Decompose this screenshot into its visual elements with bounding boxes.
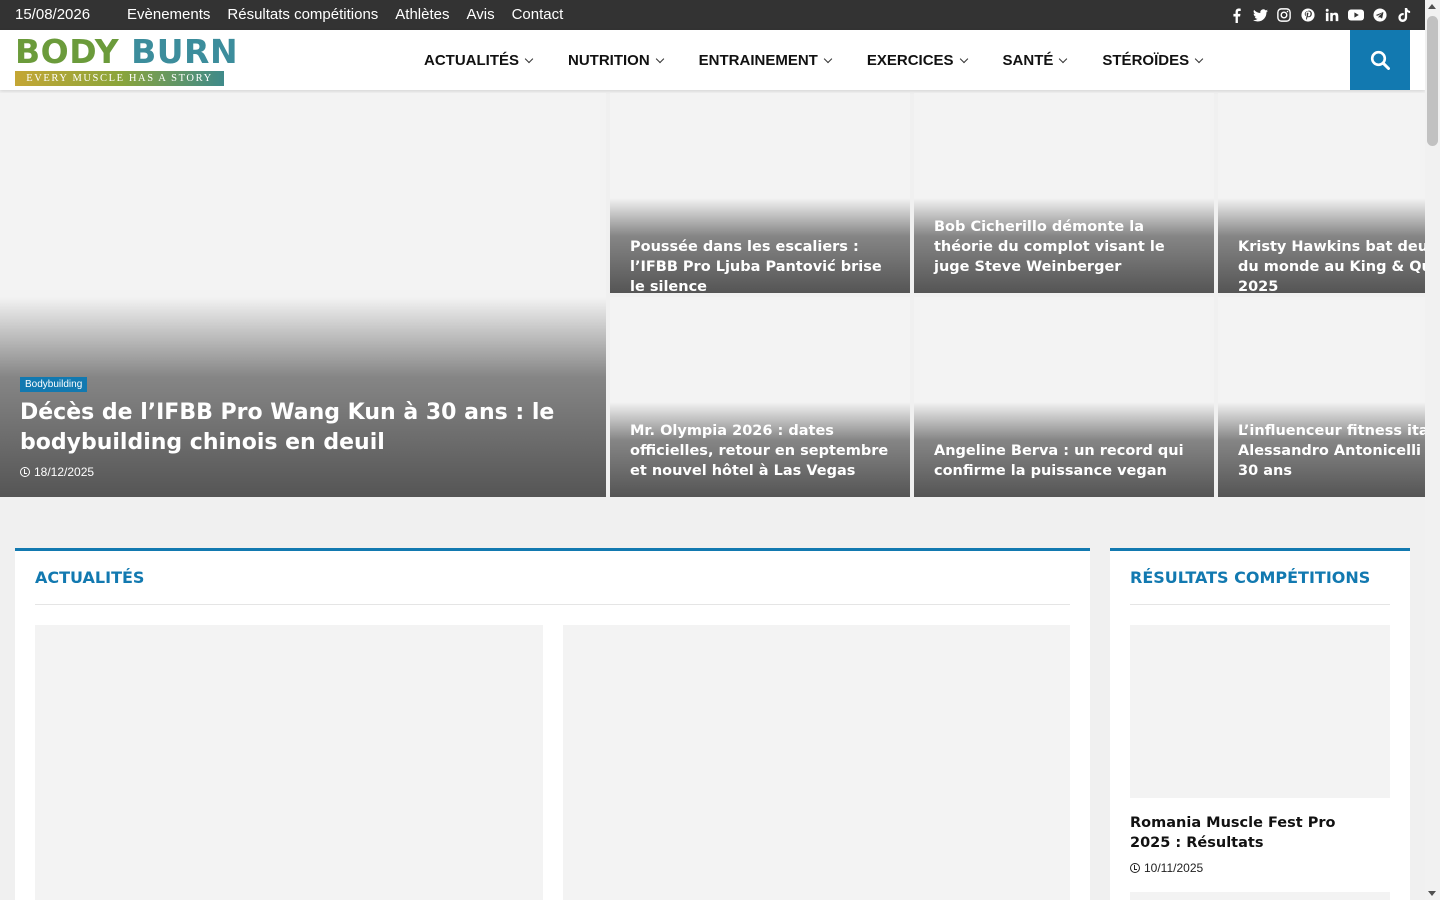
logo-wordmark: BODY BURN [15,32,238,71]
top-link-avis[interactable]: Avis [467,6,495,23]
chevron-down-icon [655,54,664,63]
top-link-athletes[interactable]: Athlètes [395,6,449,23]
chevron-down-icon [1194,54,1204,63]
nav-item-label: ENTRAINEMENT [698,52,818,69]
section-divider [35,604,1070,605]
featured-main-date: 18/12/2025 [20,465,94,479]
chevron-down-icon [1059,54,1068,63]
twitter-icon[interactable] [1252,7,1268,23]
social-links [1228,7,1412,23]
pinterest-icon[interactable] [1300,7,1316,23]
chevron-down-icon [959,54,968,63]
scroll-down-icon[interactable] [1428,891,1436,896]
logo-tagline: EVERY MUSCLE HAS A STORY [15,71,224,86]
section-divider [1130,604,1390,605]
logo-word-body: BODY [15,32,120,71]
featured-card-title[interactable]: Mr. Olympia 2026 : dates officielles, re… [630,421,898,481]
top-link-evenements[interactable]: Evènements [127,6,210,23]
post-date: 10/11/2025 [1144,861,1204,875]
post-title[interactable]: Romania Muscle Fest Pro 2025 : Résultats [1130,813,1370,853]
logo-word-burn: BURN [131,32,239,71]
featured-card[interactable]: Mr. Olympia 2026 : dates officielles, re… [610,297,910,497]
clock-icon [20,467,30,477]
current-date: 15/08/2026 [15,6,91,23]
nav-item-entrainement[interactable]: ENTRAINEMENT [698,52,833,69]
main-navigation: ACTUALITÉS NUTRITION ENTRAINEMENT EXERCI… [424,52,1238,69]
post-thumbnail[interactable] [563,625,1070,900]
clock-icon [1130,863,1140,873]
results-section: RÉSULTATS COMPÉTITIONS Romania Muscle Fe… [1110,548,1410,900]
nav-item-sante[interactable]: SANTÉ [1002,52,1068,69]
featured-card-title[interactable]: Angeline Berva : un record qui confirme … [934,441,1202,481]
nav-item-actualites[interactable]: ACTUALITÉS [424,52,534,69]
featured-main-title[interactable]: Décès de l’IFBB Pro Wang Kun à 30 ans : … [20,398,580,458]
chevron-down-icon [823,54,833,63]
scroll-up-icon[interactable] [1428,4,1436,9]
section-title[interactable]: RÉSULTATS COMPÉTITIONS [1130,568,1370,587]
featured-card[interactable]: Poussée dans les escaliers : l’IFBB Pro … [610,93,910,293]
nav-item-label: SANTÉ [1002,52,1054,69]
featured-card-title[interactable]: Poussée dans les escaliers : l’IFBB Pro … [630,237,898,293]
site-logo[interactable]: BODY BURN EVERY MUSCLE HAS A STORY [15,32,238,86]
featured-card[interactable]: Bob Cicherillo démonte la théorie du com… [914,93,1214,293]
featured-card-title[interactable]: L’influenceur fitness italien Alessandro… [1238,421,1425,481]
nav-item-label: ACTUALITÉS [424,52,519,69]
category-badge[interactable]: Bodybuilding [20,377,88,392]
site-header: BODY BURN EVERY MUSCLE HAS A STORY ACTUA… [0,30,1425,90]
nav-item-label: STÉROÏDES [1102,52,1190,69]
section-title[interactable]: ACTUALITÉS [35,568,144,587]
top-bar: 15/08/2026 Evènements Résultats compétit… [0,0,1425,30]
search-button[interactable] [1350,30,1410,90]
top-link-contact[interactable]: Contact [512,6,564,23]
instagram-icon[interactable] [1276,7,1292,23]
top-links: Evènements Résultats compétitions Athlèt… [127,6,563,23]
featured-card[interactable]: Kristy Hawkins bat deux records du monde… [1218,93,1425,293]
featured-main-card[interactable]: Bodybuilding Décès de l’IFBB Pro Wang Ku… [0,93,606,497]
nav-item-nutrition[interactable]: NUTRITION [568,52,664,69]
featured-grid: Bodybuilding Décès de l’IFBB Pro Wang Ku… [0,93,1425,497]
post-thumbnail[interactable] [1130,625,1390,798]
post-thumbnail[interactable] [1130,892,1390,900]
youtube-icon[interactable] [1348,7,1364,23]
nav-item-label: NUTRITION [568,52,650,69]
post-thumbnail[interactable] [35,625,543,900]
post-date: 18/12/2025 [34,465,95,479]
search-icon [1370,50,1390,70]
facebook-icon[interactable] [1228,7,1244,23]
top-link-resultats[interactable]: Résultats compétitions [227,6,378,23]
featured-card[interactable]: L’influenceur fitness italien Alessandro… [1218,297,1425,497]
chevron-down-icon [524,54,534,63]
nav-item-label: EXERCICES [866,52,954,69]
featured-card-title[interactable]: Kristy Hawkins bat deux records du monde… [1238,237,1425,293]
page-scrollbar[interactable] [1425,0,1440,900]
nav-item-exercices[interactable]: EXERCICES [866,52,968,69]
linkedin-icon[interactable] [1324,7,1340,23]
featured-card-title[interactable]: Bob Cicherillo démonte la théorie du com… [934,217,1202,277]
scrollbar-thumb[interactable] [1427,16,1438,146]
telegram-icon[interactable] [1372,7,1388,23]
featured-card[interactable]: Angeline Berva : un record qui confirme … [914,297,1214,497]
post-meta: 10/11/2025 [1130,861,1203,875]
tiktok-icon[interactable] [1396,7,1412,23]
news-section: ACTUALITÉS [15,548,1090,900]
nav-item-steroides[interactable]: STÉROÏDES [1102,52,1204,69]
